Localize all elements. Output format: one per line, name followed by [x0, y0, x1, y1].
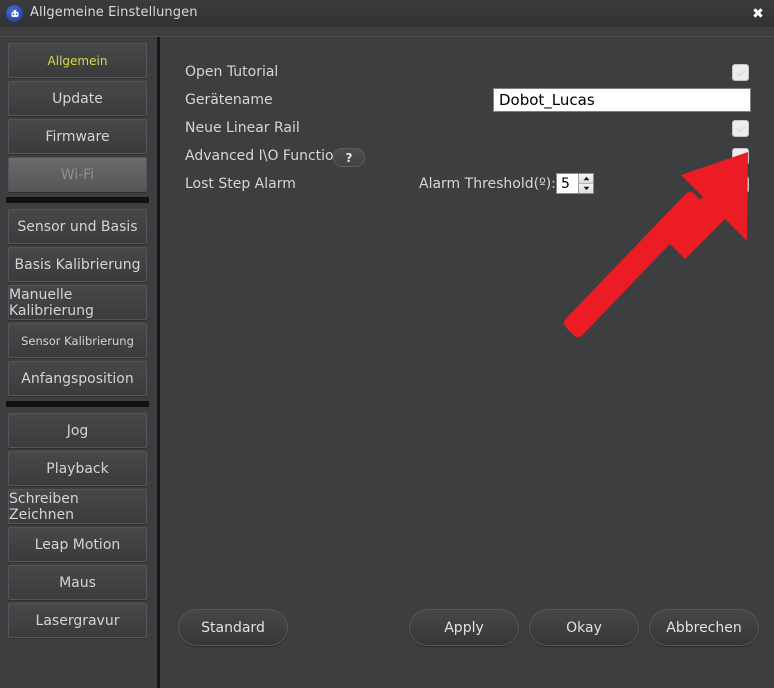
- device-name-input[interactable]: [493, 88, 751, 112]
- alarm-threshold-label: Alarm Threshold(º):: [419, 176, 556, 192]
- window-title: Allgemeine Einstellungen: [30, 5, 198, 20]
- sidebar-item-wi-fi[interactable]: Wi-Fi: [8, 157, 147, 192]
- cancel-button[interactable]: Abbrechen: [649, 609, 759, 646]
- sidebar-item-basis-kalibrierung[interactable]: Basis Kalibrierung: [8, 247, 147, 282]
- alarm-threshold-value: 5: [561, 176, 570, 192]
- sidebar-item-allgemein[interactable]: Allgemein: [8, 43, 147, 78]
- sidebar-item-lasergravur[interactable]: Lasergravur: [8, 603, 147, 638]
- row-new-linear-rail: Neue Linear Rail: [160, 116, 774, 144]
- sidebar-item-manuelle-kalibrierung[interactable]: Manuelle Kalibrierung: [8, 285, 147, 320]
- sidebar-item-leap-motion[interactable]: Leap Motion: [8, 527, 147, 562]
- open-tutorial-checkbox[interactable]: [732, 64, 749, 81]
- sidebar-item-sensor-und-basis[interactable]: Sensor und Basis: [8, 209, 147, 244]
- row-open-tutorial: Open Tutorial: [160, 60, 774, 88]
- stepper-buttons: [578, 174, 593, 193]
- row-device-name: Gerätename: [160, 88, 774, 116]
- device-name-label: Gerätename: [185, 92, 273, 108]
- standard-button[interactable]: Standard: [178, 609, 288, 646]
- dobot-robot-icon: [6, 5, 23, 22]
- lost-step-alarm-checkbox[interactable]: [732, 176, 749, 193]
- sidebar-item-jog[interactable]: Jog: [8, 413, 147, 448]
- sidebar: Allgemein Update Firmware Wi-Fi Sensor und B…: [0, 37, 155, 688]
- stepper-up-icon[interactable]: [578, 174, 593, 184]
- row-advanced-io: Advanced I\O Function ?: [160, 144, 774, 172]
- sidebar-item-schreiben-zeichnen[interactable]: Schreiben Zeichnen: [8, 489, 147, 524]
- sidebar-item-firmware[interactable]: Firmware: [8, 119, 147, 154]
- apply-button[interactable]: Apply: [409, 609, 519, 646]
- row-lost-step-alarm: Lost Step Alarm Alarm Threshold(º): 5: [160, 172, 774, 200]
- sidebar-item-update[interactable]: Update: [8, 81, 147, 116]
- sidebar-item-playback[interactable]: Playback: [8, 451, 147, 486]
- stepper-down-icon[interactable]: [578, 184, 593, 193]
- alarm-threshold-stepper[interactable]: 5: [556, 173, 594, 194]
- sidebar-item-sensor-kalibrierung[interactable]: Sensor Kalibrierung: [8, 323, 147, 358]
- close-icon[interactable]: ✖: [748, 4, 768, 23]
- sidebar-group-separator: [6, 197, 149, 203]
- lost-step-alarm-label: Lost Step Alarm: [185, 176, 296, 192]
- open-tutorial-label: Open Tutorial: [185, 64, 279, 80]
- titlebar-underline: [0, 27, 774, 37]
- title-bar: Allgemeine Einstellungen ✖: [0, 0, 774, 28]
- advanced-io-label: Advanced I\O Function: [185, 148, 343, 164]
- settings-dialog: Allgemeine Einstellungen ✖ Allgemein Upda…: [0, 0, 774, 688]
- new-linear-rail-checkbox[interactable]: [732, 120, 749, 137]
- new-linear-rail-label: Neue Linear Rail: [185, 120, 300, 136]
- okay-button[interactable]: Okay: [529, 609, 639, 646]
- main-panel: Open Tutorial Gerätename Neue Linear Rai…: [160, 37, 774, 688]
- help-icon[interactable]: ?: [333, 148, 365, 167]
- sidebar-group-separator: [6, 401, 149, 407]
- advanced-io-checkbox[interactable]: [732, 148, 749, 165]
- sidebar-item-maus[interactable]: Maus: [8, 565, 147, 600]
- sidebar-item-anfangsposition[interactable]: Anfangsposition: [8, 361, 147, 396]
